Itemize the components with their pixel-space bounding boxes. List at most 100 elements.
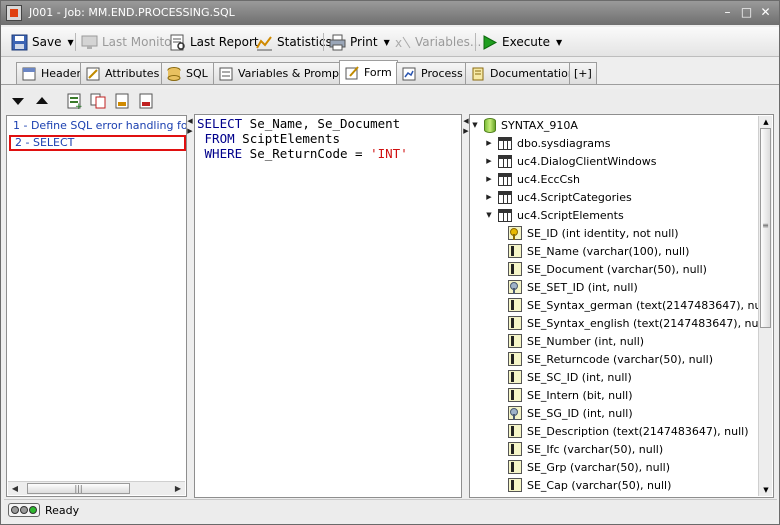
- scroll-right-icon[interactable]: ▶: [172, 483, 184, 495]
- save-button[interactable]: Save ▼: [11, 32, 74, 52]
- add-step-icon[interactable]: +: [66, 93, 83, 112]
- execute-button[interactable]: Execute ▼: [481, 32, 562, 52]
- tree-column-node[interactable]: SE_Syntax_german (text(2147483647), null…: [508, 296, 772, 314]
- database-icon: [484, 117, 496, 133]
- tree-table-node[interactable]: ▶ uc4.EccCsh: [484, 170, 580, 188]
- tree-node-label: SE_Name (varchar(100), null): [527, 244, 690, 258]
- copy-step-icon[interactable]: [90, 93, 106, 109]
- tree-table-node[interactable]: ▶ uc4.ScriptCategories: [484, 188, 632, 206]
- statistics-button[interactable]: Statistics: [256, 32, 332, 52]
- tab-header[interactable]: Header: [16, 62, 88, 84]
- tree-column-node[interactable]: SE_Description (text(2147483647), null): [508, 422, 749, 440]
- close-icon[interactable]: ✕: [757, 4, 774, 21]
- tree-column-node[interactable]: SE_Returncode (varchar(50), null): [508, 350, 713, 368]
- main-toolbar: Save ▼ Last Monitor Last Report Statisti…: [1, 27, 779, 57]
- scroll-left-icon[interactable]: ◀: [9, 483, 21, 495]
- print-button[interactable]: Print ▼: [329, 32, 390, 52]
- tree-node-label: uc4.DialogClientWindows: [517, 154, 657, 168]
- window-title: J001 - Job: MM.END.PROCESSING.SQL: [29, 6, 235, 19]
- expand-icon[interactable]: ▶: [484, 157, 494, 165]
- tab-label: Variables & Prompts: [238, 67, 350, 80]
- scroll-thumb[interactable]: ≡: [760, 128, 771, 328]
- sql-editor[interactable]: SELECT Se_Name, Se_Document FROM SciptEl…: [194, 114, 462, 498]
- scroll-thumb[interactable]: |||: [27, 483, 130, 494]
- column-icon: [508, 424, 522, 438]
- status-bar: Ready: [4, 499, 777, 520]
- column-icon: [508, 478, 522, 492]
- tab-process[interactable]: Process: [396, 62, 469, 84]
- table-icon: [498, 136, 512, 150]
- last-monitor-label: Last Monitor: [102, 35, 177, 49]
- sql-string: 'INT': [370, 146, 408, 161]
- foreign-key-icon: [508, 406, 522, 420]
- delete-step-icon[interactable]: [138, 93, 154, 109]
- tab-form[interactable]: Form: [339, 60, 398, 84]
- edit-step-icon[interactable]: [114, 93, 130, 109]
- expand-icon[interactable]: ▶: [484, 139, 494, 147]
- tree-table-node[interactable]: ▶ uc4.DialogClientWindows: [484, 152, 657, 170]
- chevron-down-icon[interactable]: ▼: [556, 38, 562, 47]
- collapse-icon[interactable]: ▼: [470, 121, 480, 129]
- svg-text:x: x: [395, 36, 402, 50]
- tab-attributes[interactable]: Attributes: [80, 62, 166, 84]
- sql-keyword: FROM: [197, 131, 235, 146]
- last-report-button[interactable]: Last Report: [169, 32, 259, 52]
- column-icon: [508, 460, 522, 474]
- tree-node-label: SE_SG_ID (int, null): [527, 406, 633, 420]
- tree-column-node[interactable]: SE_SET_ID (int, null): [508, 278, 638, 296]
- scroll-up-icon[interactable]: ▲: [760, 116, 772, 128]
- variables-button[interactable]: x Variables...: [394, 32, 481, 52]
- move-up-icon[interactable]: [34, 93, 50, 109]
- status-light: [19, 506, 28, 514]
- tab-sql[interactable]: SQL: [161, 62, 214, 84]
- tree-column-node[interactable]: SE_Document (varchar(50), null): [508, 260, 707, 278]
- maximize-icon[interactable]: □: [738, 4, 755, 21]
- minimize-icon[interactable]: –: [719, 4, 736, 21]
- tree-root[interactable]: ▼ SYNTAX_910A: [470, 116, 578, 134]
- tab-add[interactable]: [+]: [569, 62, 597, 84]
- tree-node-label: SE_Description (text(2147483647), null): [527, 424, 749, 438]
- expand-icon[interactable]: ▶: [484, 193, 494, 201]
- tree-column-node[interactable]: SE_Syntax_english (text(2147483647), nul…: [508, 314, 769, 332]
- list-item[interactable]: 1 - Define SQL error handling for all: [9, 118, 186, 134]
- list-item-selected[interactable]: 2 - SELECT: [9, 135, 186, 151]
- tree-node-label: SE_Cap (varchar(50), null): [527, 478, 672, 492]
- tree-column-node[interactable]: SE_ID (int identity, not null): [508, 224, 679, 242]
- toolbar-divider: [475, 33, 476, 51]
- splitter-left-icon[interactable]: ◀: [187, 116, 193, 126]
- tree-column-node[interactable]: SE_Cap (varchar(50), null): [508, 476, 671, 494]
- collapse-icon[interactable]: ▼: [484, 211, 494, 219]
- tree-table-node[interactable]: ▼ uc4.ScriptElements: [484, 206, 624, 224]
- table-icon: [498, 154, 512, 168]
- tab-documentation[interactable]: Documentation: [465, 62, 581, 84]
- chevron-down-icon[interactable]: ▼: [67, 38, 73, 47]
- tree-node-label: SYNTAX_910A: [501, 118, 578, 132]
- header-icon: [22, 67, 36, 81]
- attributes-icon: [86, 67, 100, 81]
- scroll-down-icon[interactable]: ▼: [760, 484, 772, 496]
- last-monitor-button[interactable]: Last Monitor: [81, 32, 176, 52]
- splitter-right-icon[interactable]: ▶: [187, 126, 193, 136]
- form-icon: [345, 65, 359, 80]
- vertical-scrollbar[interactable]: ▲ ≡ ▼: [758, 116, 772, 496]
- tree-column-node[interactable]: SE_Ifc (varchar(50), null): [508, 440, 663, 458]
- tree-column-node[interactable]: SE_Number (int, null): [508, 332, 644, 350]
- tree-column-node[interactable]: SE_SC_ID (int, null): [508, 368, 632, 386]
- chevron-down-icon[interactable]: ▼: [384, 38, 390, 47]
- tab-variables-prompts[interactable]: Variables & Prompts: [213, 62, 356, 84]
- tree-column-node[interactable]: SE_Intern (bit, null): [508, 386, 633, 404]
- tree-column-node[interactable]: SE_SG_ID (int, null): [508, 404, 633, 422]
- tree-node-label: SE_Intern (bit, null): [527, 388, 633, 402]
- tree-table-node[interactable]: ▶ dbo.sysdiagrams: [484, 134, 610, 152]
- move-down-icon[interactable]: [10, 93, 26, 109]
- tab-label: Attributes: [105, 67, 160, 80]
- variables-icon: [219, 67, 233, 81]
- column-icon: [508, 244, 522, 258]
- tree-column-node[interactable]: SE_Name (varchar(100), null): [508, 242, 689, 260]
- save-icon: [11, 34, 28, 51]
- database-icon: [167, 66, 181, 81]
- horizontal-scrollbar[interactable]: ◀ ||| ▶: [8, 481, 185, 495]
- tree-node-label: SE_SC_ID (int, null): [527, 370, 632, 384]
- tree-column-node[interactable]: SE_Grp (varchar(50), null): [508, 458, 670, 476]
- expand-icon[interactable]: ▶: [484, 175, 494, 183]
